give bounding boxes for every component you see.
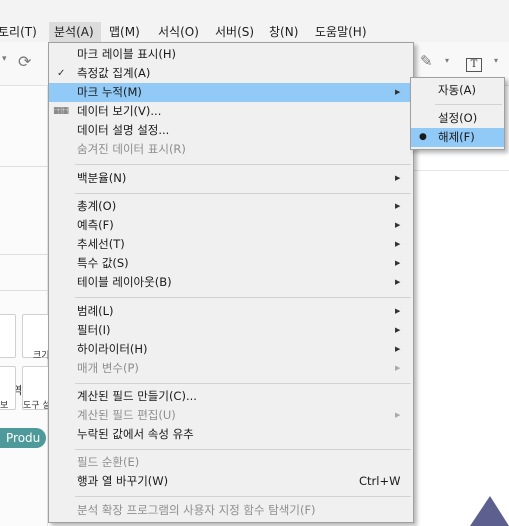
refresh-icon[interactable]: ⟳: [18, 52, 31, 71]
menu-item-aggregate-measures[interactable]: ✓ 측정값 집계(A): [49, 64, 413, 83]
menu-item-special-values[interactable]: 특수 값(S) ▶: [49, 254, 413, 273]
menu-separator: [75, 383, 411, 384]
analysis-menu: 마크 레이블 표시(H) ✓ 측정값 집계(A) 마크 누적(M) ▶ ▦▦ 데이터 …: [48, 42, 414, 523]
menu-bar: 토리(T) 분석(A) 맵(M) 서식(O) 서버(S) 창(N) 도움말(H): [0, 0, 509, 42]
menu-item-stack-marks[interactable]: 마크 누적(M) ▶: [49, 83, 413, 102]
divider: [0, 290, 48, 291]
shortcut-label: Ctrl+W: [359, 474, 401, 488]
menu-item-cycle-fields[interactable]: 필드 순환(E): [49, 453, 413, 472]
submenu-arrow-icon: ▶: [395, 259, 401, 267]
submenu-arrow-icon: ▶: [395, 364, 401, 372]
menu-item-forecast[interactable]: 예측(F) ▶: [49, 216, 413, 235]
dropdown-caret-icon[interactable]: ▾: [2, 54, 7, 64]
submenu-arrow-icon: ▶: [395, 240, 401, 248]
submenu-item-on[interactable]: 설정(O): [411, 109, 504, 128]
submenu-arrow-icon: ▶: [395, 278, 401, 286]
marks-tile-color[interactable]: [0, 314, 16, 358]
paperclip-icon[interactable]: ✎: [420, 52, 433, 70]
radio-dot-icon: ●: [419, 132, 427, 142]
menu-separator: [75, 449, 411, 450]
menu-item-show-hidden-data[interactable]: 숨겨진 데이터 표시(R): [49, 140, 413, 159]
menu-item-view-data[interactable]: ▦▦ 데이터 보기(V)...: [49, 102, 413, 121]
submenu-item-off[interactable]: ● 해제(F): [411, 128, 504, 147]
text-tool-icon[interactable]: T: [466, 58, 482, 72]
menu-item-parameters[interactable]: 매개 변수(P) ▶: [49, 359, 413, 378]
menu-item-totals[interactable]: 총계(O) ▶: [49, 197, 413, 216]
menu-separator: [435, 104, 502, 105]
menu-format[interactable]: 서식(O): [158, 22, 204, 42]
menu-item-create-calculated-field[interactable]: 계산된 필드 만들기(C)...: [49, 387, 413, 406]
divider: [0, 166, 48, 167]
submenu-arrow-icon: ▶: [395, 202, 401, 210]
menu-map[interactable]: 맵(M): [109, 22, 149, 42]
divider: [0, 254, 48, 255]
menu-item-filters[interactable]: 필터(I) ▶: [49, 321, 413, 340]
menu-item-legends[interactable]: 범례(L) ▶: [49, 302, 413, 321]
canvas-divider: [410, 170, 509, 171]
left-pane: 영역 크기 보 도구 설: [0, 86, 52, 526]
submenu-arrow-icon: ▶: [395, 221, 401, 229]
detail-tile-label: 보: [0, 401, 9, 411]
menu-separator: [75, 496, 411, 497]
menu-item-table-layout[interactable]: 테이블 레이아웃(B) ▶: [49, 273, 413, 292]
menu-separator: [75, 193, 411, 194]
menu-item-percentage[interactable]: 백분율(N) ▶: [49, 169, 413, 188]
menu-window[interactable]: 창(N): [269, 22, 305, 42]
menu-help[interactable]: 도움말(H): [315, 22, 375, 42]
menu-item-highlighters[interactable]: 하이라이터(H) ▶: [49, 340, 413, 359]
menu-analysis[interactable]: 분석(A): [49, 22, 101, 42]
submenu-arrow-icon: ▶: [395, 88, 401, 96]
data-grid-icon: ▦▦: [53, 106, 69, 116]
submenu-arrow-icon: ▶: [395, 345, 401, 353]
dropdown-caret-icon[interactable]: ▾: [445, 56, 449, 65]
submenu-arrow-icon: ▶: [395, 411, 401, 419]
menu-item-trend-lines[interactable]: 추세선(T) ▶: [49, 235, 413, 254]
stack-marks-submenu: 자동(A) 설정(O) ● 해제(F): [410, 77, 505, 150]
menu-separator: [75, 164, 411, 165]
dropdown-caret-icon[interactable]: ▾: [494, 56, 498, 65]
menu-server[interactable]: 서버(S): [215, 22, 261, 42]
triangle-shape: [470, 496, 509, 526]
submenu-arrow-icon: ▶: [395, 174, 401, 182]
menu-item-custom-function-explorer[interactable]: 분석 확장 프로그램의 사용자 지정 함수 탐색기(F): [49, 501, 413, 520]
submenu-arrow-icon: ▶: [395, 307, 401, 315]
menu-item-swap-rows-columns[interactable]: 행과 열 바꾸기(W) Ctrl+W: [49, 472, 413, 491]
checkmark-icon: ✓: [57, 68, 66, 79]
submenu-item-auto[interactable]: 자동(A): [411, 81, 504, 100]
menu-separator: [75, 297, 411, 298]
tooltip-tile-label: 도구 설: [23, 401, 51, 411]
menu-item-infer-properties[interactable]: 누락된 값에서 속성 유추: [49, 425, 413, 444]
menu-item-data-guide-settings[interactable]: 데이터 설명 설정...: [49, 121, 413, 140]
field-pill[interactable]: Produ: [0, 428, 47, 448]
menu-item-edit-calculated-field[interactable]: 계산된 필드 편집(U) ▶: [49, 406, 413, 425]
submenu-arrow-icon: ▶: [395, 326, 401, 334]
menu-item-show-mark-labels[interactable]: 마크 레이블 표시(H): [49, 45, 413, 64]
menu-story[interactable]: 토리(T): [0, 22, 44, 42]
